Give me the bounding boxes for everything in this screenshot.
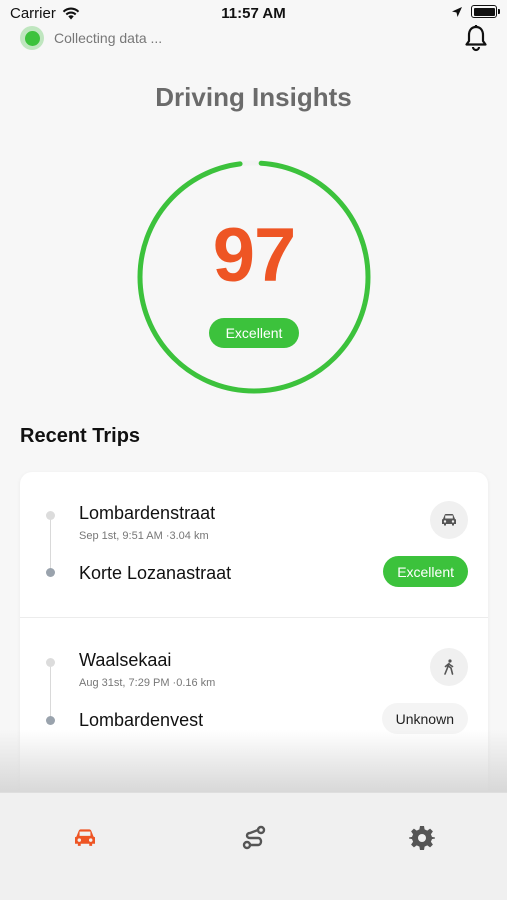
trip-origin: Lombardenstraat bbox=[79, 503, 216, 523]
tab-settings[interactable] bbox=[402, 823, 442, 853]
trip-start-dot bbox=[46, 658, 55, 667]
trip-timeline bbox=[50, 665, 51, 720]
score-value: 97 bbox=[212, 213, 297, 298]
recent-trips-card: Lombardenstraat Sep 1st, 9:51 AM ·3.04 k… bbox=[20, 472, 488, 802]
walking-icon bbox=[444, 659, 454, 675]
score-rating-badge: Excellent bbox=[209, 318, 299, 348]
trip-end-dot bbox=[46, 716, 55, 725]
trip-origin: Waalsekaai bbox=[79, 650, 172, 670]
trip-end-dot bbox=[46, 568, 55, 577]
page-title: Driving Insights bbox=[155, 82, 352, 112]
tab-trips[interactable] bbox=[234, 823, 274, 853]
trip-item[interactable]: Waalsekaai Aug 31st, 7:29 PM ·0.16 km Lo… bbox=[20, 617, 488, 762]
battery-icon bbox=[471, 5, 500, 18]
notification-bell-icon[interactable] bbox=[463, 24, 489, 52]
tab-bar bbox=[0, 792, 507, 900]
trip-item[interactable]: Lombardenstraat Sep 1st, 9:51 AM ·3.04 k… bbox=[20, 472, 488, 617]
clock: 11:57 AM bbox=[221, 5, 286, 22]
car-icon bbox=[442, 514, 456, 526]
status-bar: Carrier 11:57 AM bbox=[0, 0, 507, 28]
recent-trips-title: Recent Trips bbox=[20, 425, 141, 447]
trip-rating-badge: Excellent bbox=[383, 556, 468, 587]
trip-rating-badge: Unknown bbox=[381, 703, 468, 734]
trip-mode-badge bbox=[430, 648, 468, 686]
collecting-text: Collecting data ... bbox=[54, 30, 163, 46]
location-arrow-icon bbox=[452, 6, 462, 17]
route-icon bbox=[242, 825, 266, 850]
trip-start-dot bbox=[46, 511, 55, 520]
trip-destination: Lombardenvest bbox=[79, 710, 204, 730]
trip-details: Aug 31st, 7:29 PM ·0.16 km bbox=[79, 677, 216, 689]
car-icon bbox=[75, 829, 95, 846]
trip-details: Sep 1st, 9:51 AM ·3.04 km bbox=[79, 530, 209, 542]
collecting-indicator-icon bbox=[20, 26, 44, 50]
tab-drive[interactable] bbox=[65, 823, 105, 853]
trip-mode-badge bbox=[430, 501, 468, 539]
trip-timeline bbox=[50, 519, 51, 574]
collecting-status: Collecting data ... bbox=[20, 26, 162, 50]
trip-destination: Korte Lozanastraat bbox=[79, 563, 232, 583]
gear-icon bbox=[409, 826, 435, 850]
